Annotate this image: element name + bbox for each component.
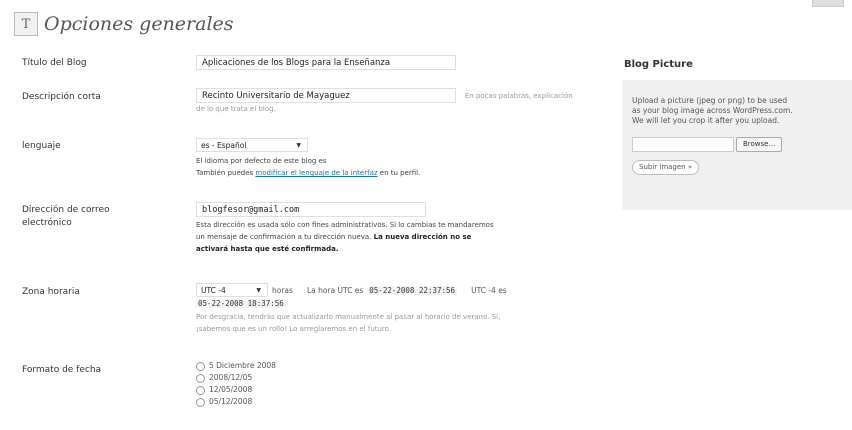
email-label: Dirección de correo electrónico xyxy=(22,204,110,230)
language-note-prefix: También puedes xyxy=(196,169,254,177)
chevron-down-icon: ▼ xyxy=(296,142,301,149)
language-interface-note: También puedes modificar el lenguaje de … xyxy=(196,167,420,179)
timezone-description-2: ¡sabemos que es un rollo! Lo arreglaremo… xyxy=(196,325,392,333)
short-description-label: Descripción corta xyxy=(22,92,101,102)
blog-picture-title: Blog Picture xyxy=(624,59,693,70)
timezone-select-value: UTC -4 xyxy=(201,286,226,295)
email-input[interactable]: blogfesor@gmail.com xyxy=(196,202,426,217)
date-format-option[interactable]: 12/05/2008 xyxy=(196,384,276,396)
language-description: El idioma por defecto de este blog es xyxy=(196,157,327,165)
timezone-label: Zona horaria xyxy=(22,287,80,297)
utc-time-text: La hora UTC es xyxy=(306,285,364,295)
page-header: T Opciones generales xyxy=(14,10,234,38)
browse-button[interactable]: Browse... xyxy=(736,137,783,152)
email-desc2-bold: La nueva dirección no se xyxy=(373,233,472,241)
radio-button[interactable] xyxy=(196,397,205,407)
date-format-option[interactable]: 5 Diciembre 2008 xyxy=(196,360,276,372)
language-note-suffix: en tu perfil. xyxy=(379,169,421,177)
date-format-option-label: 12/05/2008 xyxy=(209,385,253,394)
email-label-line1: Dirección de correo xyxy=(22,205,110,215)
short-description-hint-2: de lo que trata el blog. xyxy=(196,105,276,113)
date-format-option[interactable]: 05/12/2008 xyxy=(196,396,276,408)
blog-title-label: Título del Blog xyxy=(22,58,87,68)
date-format-option-label: 05/12/2008 xyxy=(209,397,253,406)
email-description-2: un mensaje de confirmación a tu direcció… xyxy=(196,231,606,243)
email-label-line2: electrónico xyxy=(22,218,72,228)
blog-picture-panel: Upload a picture (jpeg or png) to be use… xyxy=(622,80,852,210)
radio-button[interactable] xyxy=(196,385,205,395)
date-format-option-label: 2008/12/05 xyxy=(209,373,253,382)
local-time-text: UTC -4 es xyxy=(471,285,507,295)
blog-title-input[interactable]: Aplicaciones de los Blogs para la Enseña… xyxy=(196,55,456,70)
radio-button[interactable] xyxy=(196,361,205,371)
file-picker: Browse... xyxy=(632,137,842,152)
settings-page-icon: T xyxy=(14,12,38,36)
radio-button[interactable] xyxy=(196,373,205,383)
timezone-description-1: Por desgracia, tendrás que actualizarlo … xyxy=(196,313,501,321)
date-format-label: Formato de fecha xyxy=(22,365,102,375)
language-label: lenguaje xyxy=(22,141,61,151)
email-desc3-bold: activará hasta que esté confirmada. xyxy=(196,245,339,253)
email-description-3: activará hasta que esté confirmada. xyxy=(196,243,606,255)
timezone-select[interactable]: UTC -4 ▼ xyxy=(196,283,268,297)
screen-options-tab[interactable] xyxy=(812,0,844,7)
file-path-input[interactable] xyxy=(632,137,734,152)
timezone-line: UTC -4 ▼ horas La hora UTC es 05-22-2008… xyxy=(196,283,606,297)
language-select-value: es - Español xyxy=(201,141,247,150)
email-description-1: Esta dirección es usada sólo con fines a… xyxy=(196,221,494,229)
blog-picture-text-line2: as your blog image across WordPress.com. xyxy=(632,106,793,115)
blog-picture-text: Upload a picture (jpeg or png) to be use… xyxy=(632,96,847,126)
chevron-down-icon: ▼ xyxy=(256,287,261,294)
date-format-option-label: 5 Diciembre 2008 xyxy=(209,361,276,370)
local-time-value: 05-22-2008 18:37:56 xyxy=(196,299,286,308)
language-select[interactable]: es - Español ▼ xyxy=(196,138,308,152)
utc-time-value: 05-22-2008 22:37:56 xyxy=(367,285,458,295)
upload-image-button[interactable]: Subir imagen » xyxy=(632,160,700,175)
blog-picture-text-line3: We will let you crop it after you upload… xyxy=(632,116,780,125)
modify-interface-language-link[interactable]: modificar el lenguaje de la interfaz xyxy=(255,169,377,177)
date-format-option[interactable]: 2008/12/05 xyxy=(196,372,276,384)
short-description-input[interactable]: Recinto Universitario de Mayaguez xyxy=(196,88,456,103)
hours-label: horas xyxy=(272,285,293,295)
email-desc2-text: un mensaje de confirmación a tu direcció… xyxy=(196,233,372,241)
short-description-hint: En pocas palabras, explicación xyxy=(464,92,573,100)
blog-picture-text-line1: Upload a picture (jpeg or png) to be use… xyxy=(632,96,788,105)
page-title: Opciones generales xyxy=(44,13,234,35)
